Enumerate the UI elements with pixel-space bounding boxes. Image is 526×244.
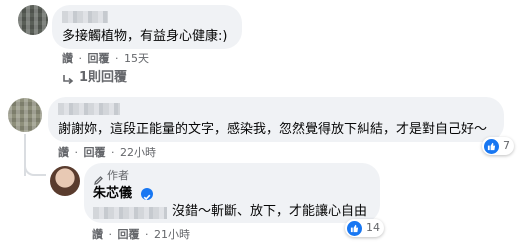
comment-actions: 讚 · 回覆 · 15天 bbox=[62, 52, 149, 66]
reaction-count: 14 bbox=[366, 221, 380, 234]
commenter-avatar[interactable] bbox=[18, 5, 48, 35]
author-badge: 作者 bbox=[93, 169, 129, 185]
author-name[interactable]: 朱芯儀 bbox=[93, 186, 132, 202]
separator-dot: · bbox=[111, 146, 115, 159]
like-link[interactable]: 讚 bbox=[62, 52, 73, 65]
avatar-pixelation bbox=[18, 5, 48, 35]
author-badge-label: 作者 bbox=[107, 169, 129, 182]
reaction-summary[interactable]: 14 bbox=[345, 219, 384, 237]
reply-link[interactable]: 回覆 bbox=[88, 52, 110, 65]
comment-text: 多接觸植物，有益身心健康:) bbox=[62, 29, 228, 44]
reply-actions: 讚 · 回覆 · 21小時 bbox=[92, 228, 190, 242]
reply-link[interactable]: 回覆 bbox=[84, 146, 106, 159]
redacted-mention bbox=[93, 207, 167, 219]
verified-badge-icon bbox=[141, 188, 153, 201]
author-avatar[interactable] bbox=[50, 166, 80, 196]
redacted-name bbox=[58, 103, 120, 115]
thread-connector bbox=[24, 160, 46, 176]
like-link[interactable]: 讚 bbox=[92, 228, 103, 241]
separator-dot: · bbox=[74, 146, 79, 159]
like-link[interactable]: 讚 bbox=[58, 146, 69, 159]
reply-link[interactable]: 回覆 bbox=[118, 228, 140, 241]
like-reaction-icon bbox=[347, 220, 362, 236]
pencil-icon bbox=[93, 171, 104, 185]
like-reaction-icon bbox=[484, 138, 499, 154]
reaction-count: 7 bbox=[503, 139, 510, 152]
comment-text: 謝謝妳，這段正能量的文字，感染我，忽然覺得放下糾結，才是對自己好～ bbox=[58, 122, 488, 137]
separator-dot: · bbox=[78, 52, 83, 65]
comment-bubble: 謝謝妳，這段正能量的文字，感染我，忽然覺得放下糾結，才是對自己好～ bbox=[48, 97, 504, 142]
timestamp[interactable]: 22小時 bbox=[120, 146, 156, 159]
comment-actions: 讚 · 回覆 · 22小時 bbox=[58, 146, 156, 160]
separator-dot: · bbox=[108, 228, 113, 241]
commenter-avatar[interactable] bbox=[8, 98, 42, 132]
reply-arrow-icon bbox=[62, 71, 74, 85]
separator-dot: · bbox=[145, 228, 149, 241]
view-replies-link[interactable]: 1則回覆 bbox=[79, 70, 127, 86]
timestamp[interactable]: 21小時 bbox=[154, 228, 190, 241]
redacted-name bbox=[62, 11, 108, 23]
reply-bubble: 作者 朱芯儀 沒錯～斬斷、放下，才能讓心自由 bbox=[84, 163, 380, 223]
avatar-pixelation bbox=[8, 98, 42, 132]
comment-bubble: 多接觸植物，有益身心健康:) bbox=[52, 5, 242, 49]
timestamp[interactable]: 15天 bbox=[124, 52, 149, 65]
reaction-summary[interactable]: 7 bbox=[482, 137, 514, 155]
reply-text: 沒錯～斬斷、放下，才能讓心自由 bbox=[172, 204, 368, 219]
separator-dot: · bbox=[115, 52, 119, 65]
